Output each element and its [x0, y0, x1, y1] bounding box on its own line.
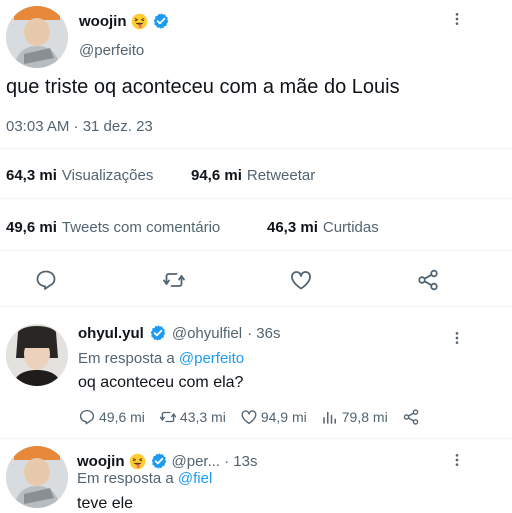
views-count: 79,8 mi	[341, 409, 388, 425]
reply-author-handle[interactable]: @ohyulfiel	[172, 325, 242, 342]
reply-icon[interactable]	[34, 268, 58, 292]
reply-author-name[interactable]: woojin	[77, 453, 125, 470]
verified-badge-icon	[150, 452, 168, 470]
like-button[interactable]: 94,9 mi	[240, 408, 307, 426]
like-icon[interactable]	[289, 268, 313, 292]
reply-count: 49,6 mi	[99, 409, 145, 425]
reply-context-mention[interactable]: @perfeito	[179, 350, 244, 367]
reply-text: teve ele	[77, 495, 134, 512]
divider	[0, 250, 512, 251]
reply-avatar[interactable]	[6, 446, 68, 508]
more-options-icon[interactable]	[449, 330, 465, 346]
likes-count: 46,3 mi	[267, 219, 318, 236]
retweets-label: Retweetar	[246, 167, 316, 184]
main-tweet-timestamp[interactable]: 03:03 AM · 31 dez. 23	[6, 118, 153, 135]
reply-context-label: Em resposta a	[78, 350, 175, 367]
reply-icon	[78, 408, 96, 426]
verified-badge-icon	[149, 324, 167, 342]
quotes-stat[interactable]: 49,6 mi Tweets com comentário	[6, 219, 220, 236]
more-options-icon[interactable]	[449, 11, 465, 27]
retweet-icon[interactable]	[162, 268, 186, 292]
likes-label: Curtidas	[322, 219, 379, 236]
verified-badge-icon	[152, 12, 170, 30]
divider	[0, 306, 512, 307]
views-icon	[321, 408, 339, 426]
views-label: Visualizações	[61, 167, 154, 184]
squinting-face-with-tongue-icon	[131, 13, 148, 30]
reply-text: oq aconteceu com ela?	[78, 374, 244, 391]
quotes-label: Tweets com comentário	[61, 219, 221, 236]
retweets-count: 94,6 mi	[191, 167, 242, 184]
divider	[0, 438, 512, 439]
reply-author-handle[interactable]: @per...	[172, 453, 221, 470]
views-button[interactable]: 79,8 mi	[321, 408, 388, 426]
reply-button[interactable]: 49,6 mi	[78, 408, 145, 426]
avatar-photo	[6, 6, 68, 68]
share-icon[interactable]	[416, 268, 440, 292]
views-stat[interactable]: 64,3 mi Visualizações	[6, 167, 153, 184]
avatar-photo	[6, 324, 68, 386]
share-icon[interactable]	[402, 408, 420, 426]
reply-time: · 36s	[247, 324, 281, 342]
more-options-icon[interactable]	[449, 452, 465, 468]
reply-avatar[interactable]	[6, 324, 68, 386]
views-count: 64,3 mi	[6, 167, 57, 184]
main-author-handle[interactable]: @perfeito	[79, 42, 144, 59]
retweet-icon	[159, 408, 177, 426]
reply-time: · 13s	[224, 452, 258, 470]
like-icon	[240, 408, 258, 426]
main-tweet-avatar[interactable]	[6, 6, 68, 68]
divider	[0, 198, 512, 199]
reply-author-name[interactable]: ohyul.yul	[78, 325, 144, 342]
quotes-count: 49,6 mi	[6, 219, 57, 236]
squinting-face-with-tongue-icon	[129, 453, 146, 470]
reply-context-label: Em resposta a	[77, 470, 174, 487]
main-tweet-text: que triste oq aconteceu com a mãe do Lou…	[6, 76, 400, 98]
main-author-name[interactable]: woojin	[79, 13, 127, 30]
likes-stat[interactable]: 46,3 mi Curtidas	[267, 219, 379, 236]
reply-context-mention[interactable]: @fiel	[178, 470, 212, 487]
divider	[0, 148, 512, 149]
avatar-photo	[6, 446, 68, 508]
retweet-count: 43,3 mi	[179, 409, 226, 425]
like-count: 94,9 mi	[260, 409, 307, 425]
retweet-button[interactable]: 43,3 mi	[159, 408, 226, 426]
retweets-stat[interactable]: 94,6 mi Retweetar	[191, 167, 315, 184]
